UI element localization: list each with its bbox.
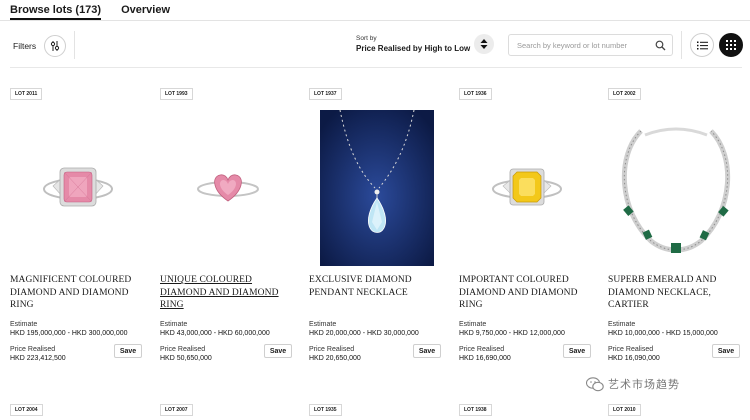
list-view-icon bbox=[696, 41, 708, 49]
save-button[interactable]: Save bbox=[563, 344, 591, 358]
tab-browse-lots[interactable]: Browse lots (173) bbox=[10, 0, 102, 20]
lot-image[interactable] bbox=[459, 106, 594, 266]
watermark: 艺术市场趋势 bbox=[586, 376, 680, 392]
price-realised-label: Price Realised bbox=[608, 346, 654, 353]
price-realised-label: Price Realised bbox=[160, 346, 206, 353]
tab-bar: Browse lots (173) Overview bbox=[10, 0, 170, 20]
estimate-label: Estimate bbox=[608, 321, 636, 328]
diamond-pendant-necklace-image bbox=[320, 110, 434, 266]
estimate-label: Estimate bbox=[10, 321, 38, 328]
estimate-value: HKD 20,000,000 - HKD 30,000,000 bbox=[309, 330, 419, 337]
search-box bbox=[508, 34, 673, 56]
lot-number: LOT 1937 bbox=[309, 88, 342, 100]
save-button[interactable]: Save bbox=[413, 344, 441, 358]
estimate-value: HKD 195,000,000 - HKD 300,000,000 bbox=[10, 330, 128, 337]
price-realised-value: HKD 223,412,500 bbox=[10, 355, 66, 362]
sort-button[interactable] bbox=[474, 34, 494, 54]
yellow-diamond-ring-image bbox=[491, 168, 562, 206]
price-realised-value: HKD 50,650,000 bbox=[160, 355, 212, 362]
toolbar-divider-line bbox=[10, 67, 742, 68]
filters-control[interactable]: Filters bbox=[13, 35, 67, 57]
lot-number: LOT 2007 bbox=[160, 404, 193, 416]
lot-title[interactable]: MAGNIFICENT COLOURED DIAMOND AND DIAMOND… bbox=[10, 274, 148, 312]
sliders-icon bbox=[51, 41, 60, 51]
filters-label: Filters bbox=[13, 41, 37, 51]
lot-title[interactable]: IMPORTANT COLOURED DIAMOND AND DIAMOND R… bbox=[459, 274, 597, 312]
lot-image[interactable] bbox=[320, 110, 434, 266]
sort-control[interactable]: Sort by Price Realised by High to Low bbox=[356, 35, 470, 54]
lot-number: LOT 2011 bbox=[10, 88, 43, 100]
price-realised-value: HKD 16,090,000 bbox=[608, 355, 660, 362]
watermark-text: 艺术市场趋势 bbox=[608, 379, 680, 391]
pink-diamond-ring-image bbox=[42, 167, 113, 207]
lot-number: LOT 1935 bbox=[309, 404, 342, 416]
estimate-label: Estimate bbox=[309, 321, 337, 328]
lot-image[interactable] bbox=[160, 106, 295, 266]
filters-button[interactable] bbox=[44, 35, 67, 57]
lot-title[interactable]: UNIQUE COLOURED DIAMOND AND DIAMOND RING bbox=[160, 274, 298, 312]
sort-value: Price Realised by High to Low bbox=[356, 44, 471, 53]
save-button[interactable]: Save bbox=[712, 344, 740, 358]
wechat-icon bbox=[586, 376, 604, 391]
price-realised-label: Price Realised bbox=[10, 346, 56, 353]
emerald-diamond-necklace-image bbox=[621, 127, 730, 253]
lot-number: LOT 1936 bbox=[459, 88, 492, 100]
lot-number: LOT 1993 bbox=[160, 88, 193, 100]
lot-number: LOT 2002 bbox=[608, 88, 641, 100]
estimate-label: Estimate bbox=[459, 321, 487, 328]
sort-label: Sort by bbox=[356, 35, 377, 42]
estimate-label: Estimate bbox=[160, 321, 188, 328]
grid-view-icon bbox=[726, 40, 736, 50]
search-icon[interactable] bbox=[655, 40, 666, 51]
estimate-value: HKD 43,000,000 - HKD 60,000,000 bbox=[160, 330, 270, 337]
lot-image[interactable] bbox=[10, 106, 145, 266]
heart-pink-diamond-ring-image bbox=[196, 174, 259, 202]
toolbar-divider bbox=[74, 31, 75, 59]
lot-number: LOT 1938 bbox=[459, 404, 492, 416]
estimate-value: HKD 10,000,000 - HKD 15,000,000 bbox=[608, 330, 718, 337]
grid-view-button[interactable] bbox=[719, 33, 743, 57]
price-realised-value: HKD 20,650,000 bbox=[309, 355, 361, 362]
lot-number: LOT 2004 bbox=[10, 404, 43, 416]
toolbar-divider bbox=[681, 31, 682, 59]
lot-number: LOT 2010 bbox=[608, 404, 641, 416]
estimate-value: HKD 9,750,000 - HKD 12,000,000 bbox=[459, 330, 565, 337]
price-realised-label: Price Realised bbox=[459, 346, 505, 353]
lot-image[interactable] bbox=[608, 106, 743, 266]
save-button[interactable]: Save bbox=[264, 344, 292, 358]
toolbar: Filters Sort by Price Realised by High t… bbox=[0, 21, 750, 67]
price-realised-value: HKD 16,690,000 bbox=[459, 355, 511, 362]
save-button[interactable]: Save bbox=[114, 344, 142, 358]
price-realised-label: Price Realised bbox=[309, 346, 355, 353]
list-view-button[interactable] bbox=[690, 33, 714, 57]
sort-arrows-icon bbox=[480, 39, 488, 49]
search-input[interactable] bbox=[517, 40, 655, 50]
lot-title[interactable]: SUPERB EMERALD AND DIAMOND NECKLACE, CAR… bbox=[608, 274, 746, 312]
tab-overview[interactable]: Overview bbox=[121, 0, 170, 20]
lot-title[interactable]: EXCLUSIVE DIAMOND PENDANT NECKLACE bbox=[309, 274, 447, 299]
